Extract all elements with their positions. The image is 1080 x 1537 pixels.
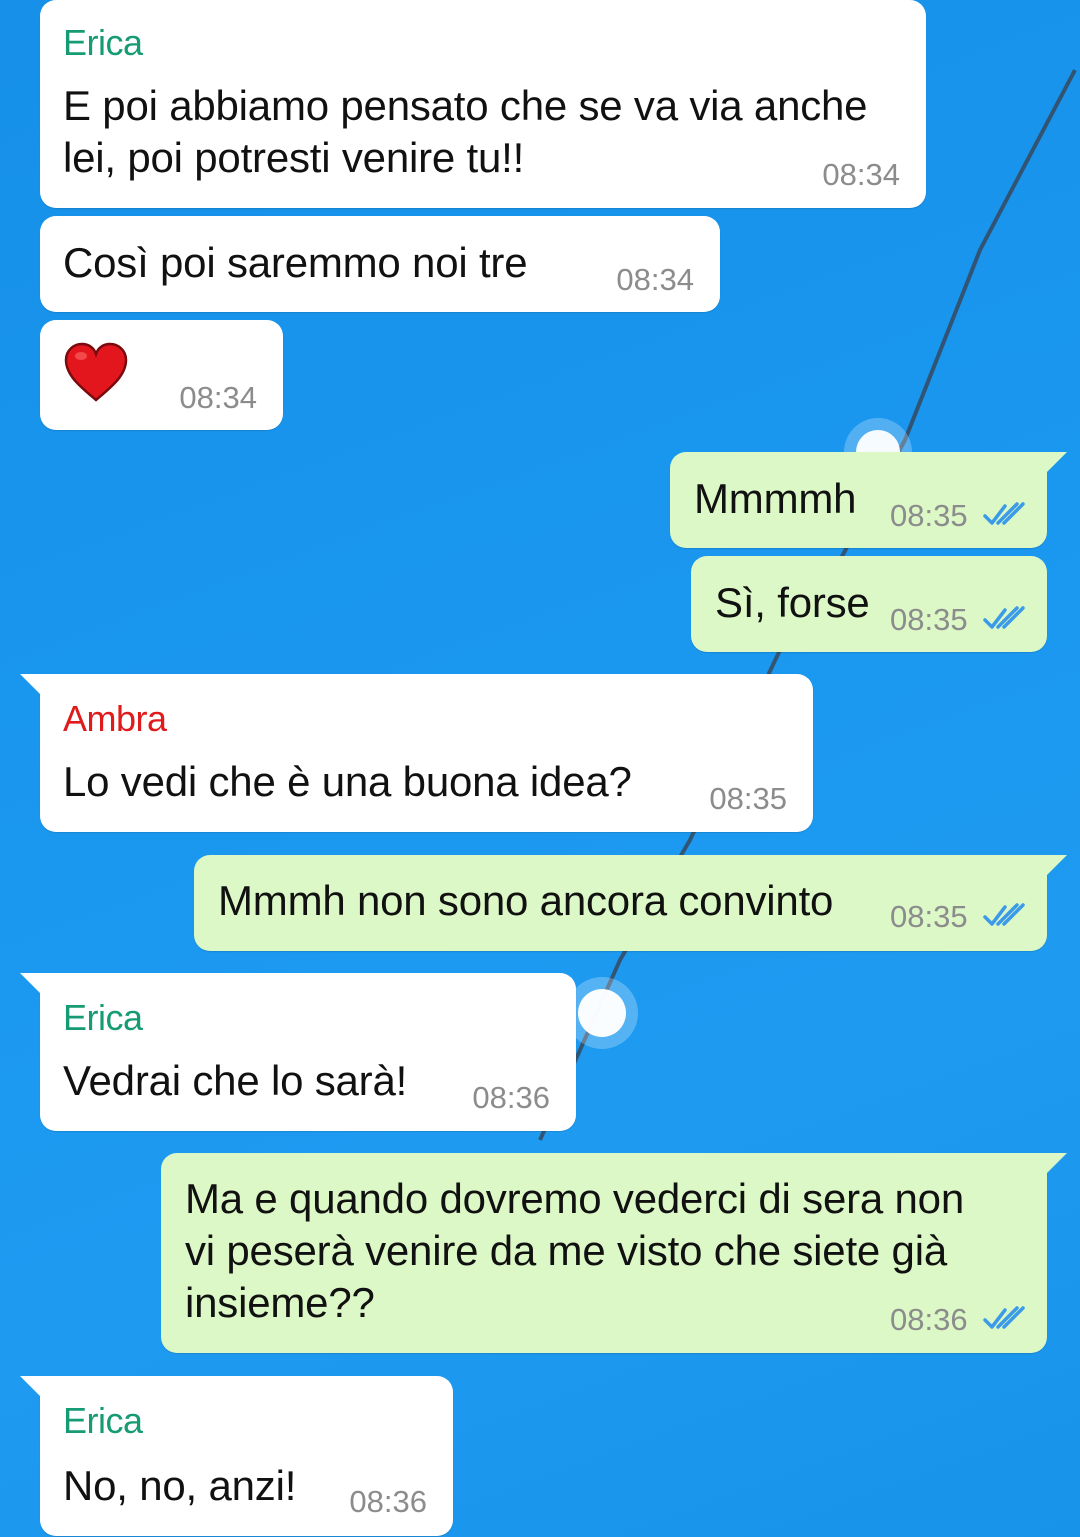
message-text: No, no, anzi!: [63, 1462, 297, 1509]
message-text: Lo vedi che è una buona idea?: [63, 758, 632, 805]
sender-name: Erica: [63, 22, 143, 63]
sender-name: Erica: [63, 997, 143, 1038]
heart-emoji: [64, 342, 128, 402]
message-time: 08:34: [822, 157, 900, 192]
read-ticks-icon: [983, 502, 1025, 525]
message-time: 08:34: [616, 262, 694, 297]
message-bubble-incoming[interactable]: Erica No, no, anzi! 08:36: [20, 1376, 453, 1536]
message-bubble-incoming[interactable]: Erica E poi abbiamo pensato che se va vi…: [40, 0, 926, 208]
message-bubble-incoming[interactable]: Ambra Lo vedi che è una buona idea? 08:3…: [20, 674, 813, 832]
message-text: Mmmmh: [694, 475, 857, 522]
read-ticks-icon: [983, 606, 1025, 629]
message-time: 08:35: [890, 602, 968, 637]
message-text: Vedrai che lo sarà!: [63, 1057, 408, 1104]
message-text: Così poi saremmo noi tre: [63, 239, 528, 286]
message-bubble-incoming[interactable]: 08:34: [40, 320, 283, 430]
message-time: 08:36: [890, 1302, 968, 1337]
message-bubble-outgoing[interactable]: Mmmmh 08:35: [670, 452, 1067, 548]
message-time: 08:34: [179, 380, 257, 415]
message-bubble-outgoing[interactable]: Ma e quando dovremo vederci di sera non …: [161, 1153, 1067, 1353]
message-text: Mmmh non sono ancora convinto: [218, 877, 834, 924]
message-time: 08:36: [472, 1080, 550, 1115]
message-text: Sì, forse: [715, 579, 870, 626]
message-time: 08:35: [890, 498, 968, 533]
message-bubble-outgoing[interactable]: Mmmh non sono ancora convinto 08:35: [194, 855, 1067, 951]
message-time: 08:36: [349, 1484, 427, 1519]
sender-name: Ambra: [63, 698, 167, 739]
message-time: 08:35: [890, 899, 968, 934]
message-bubble-incoming[interactable]: Erica Vedrai che lo sarà! 08:36: [20, 973, 576, 1131]
message-time: 08:35: [709, 781, 787, 816]
message-bubble-incoming[interactable]: Così poi saremmo noi tre 08:34: [40, 216, 720, 312]
read-ticks-icon: [983, 1306, 1025, 1329]
read-ticks-icon: [983, 903, 1025, 926]
message-bubble-outgoing[interactable]: Sì, forse 08:35: [691, 556, 1047, 652]
message-text: Ma e quando dovremo vederci di sera non …: [185, 1175, 965, 1326]
message-text: E poi abbiamo pensato che se va via anch…: [63, 82, 868, 181]
sender-name: Erica: [63, 1400, 143, 1441]
